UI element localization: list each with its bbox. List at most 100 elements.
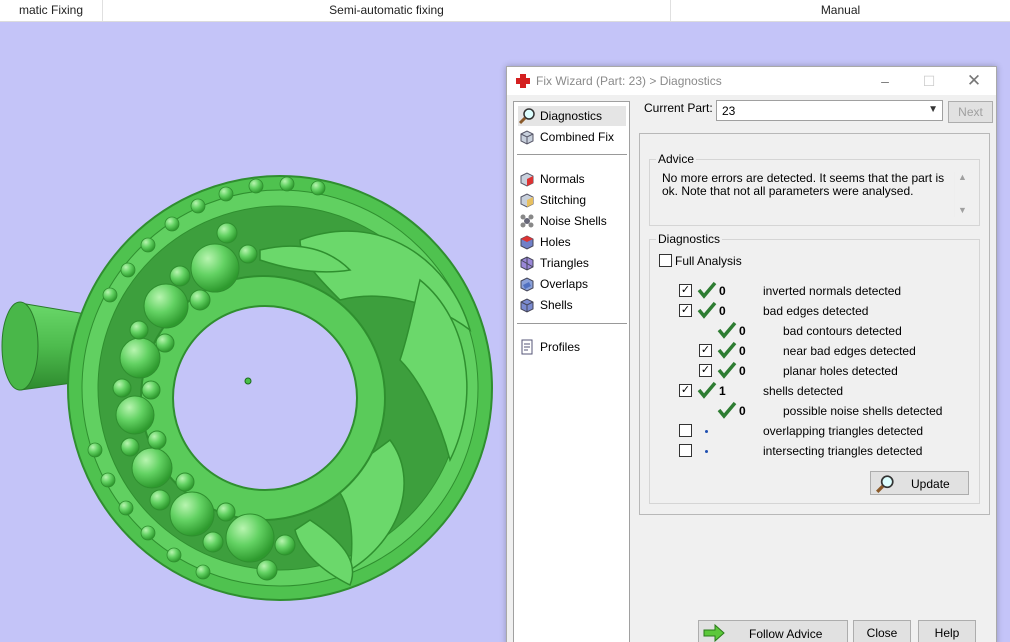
bad-edges-label: bad edges detected (763, 304, 869, 318)
next-button[interactable]: Next (948, 101, 993, 123)
ribbon-group-manual[interactable]: Manual (671, 0, 1010, 21)
nav-item-label: Profiles (540, 340, 581, 354)
nav-item-stitching[interactable]: Stitching (518, 190, 626, 210)
nav-item-profiles[interactable]: Profiles (518, 337, 626, 357)
bad-edges-checkbox[interactable]: ✓ (679, 304, 692, 317)
green-arrow-icon (703, 624, 725, 642)
shells-checkbox[interactable]: ✓ (679, 384, 692, 397)
nav-item-label: Holes (540, 235, 571, 249)
intersecting-triangles-checkbox[interactable] (679, 444, 692, 457)
bad-contours-label: bad contours detected (783, 324, 902, 338)
nav-item-label: Diagnostics (540, 109, 603, 123)
intersecting-triangles-label: intersecting triangles detected (763, 444, 923, 458)
chevron-down-icon: ▼ (928, 104, 938, 115)
close-button[interactable]: Close (853, 620, 911, 642)
inverted-normals-count: 0 (719, 284, 726, 298)
near-bad-edges-count: 0 (739, 344, 746, 358)
dialog-titlebar[interactable]: Fix Wizard (Part: 23) > Diagnostics – ☐ … (507, 67, 996, 95)
triangles-cube-icon (518, 254, 536, 272)
update-button[interactable]: Update (870, 471, 969, 495)
magnifier-icon (518, 107, 536, 125)
nav-item-normals[interactable]: Normals (518, 169, 626, 189)
dialog-title: Fix Wizard (Part: 23) > Diagnostics (536, 74, 722, 88)
help-button[interactable]: Help (918, 620, 976, 642)
stitching-cube-icon (518, 191, 536, 209)
noise-shells-label: possible noise shells detected (783, 404, 943, 418)
check-mark-icon (697, 381, 717, 399)
current-part-label: Current Part: (644, 101, 713, 115)
update-label: Update (911, 477, 950, 491)
nav-item-label: Noise Shells (540, 214, 607, 228)
check-mark-icon (697, 281, 717, 299)
planar-holes-label: planar holes detected (783, 364, 898, 378)
pending-dot-icon (705, 450, 708, 453)
overlapping-triangles-checkbox[interactable] (679, 424, 692, 437)
near-bad-edges-label: near bad edges detected (783, 344, 916, 358)
follow-advice-button[interactable]: Follow Advice (698, 620, 848, 642)
nav-item-diagnostics[interactable]: Diagnostics (518, 106, 626, 126)
nav-item-label: Stitching (540, 193, 587, 207)
check-mark-icon (717, 401, 737, 419)
overlaps-cube-icon (518, 275, 536, 293)
nav-separator (517, 323, 627, 324)
close-window-icon[interactable]: ✕ (964, 71, 984, 91)
overlapping-triangles-label: overlapping triangles detected (763, 424, 924, 438)
advice-title: Advice (656, 152, 697, 166)
diagnostics-title: Diagnostics (656, 232, 723, 246)
shells-count: 1 (719, 384, 726, 398)
nav-item-shells[interactable]: Shells (518, 295, 626, 315)
planar-holes-checkbox[interactable]: ✓ (699, 364, 712, 377)
noise-shells-count: 0 (739, 404, 746, 418)
advice-text: No more errors are detected. It seems th… (662, 171, 945, 198)
current-part-select[interactable]: 23 ▼ (716, 100, 943, 121)
cube-fix-icon (518, 128, 536, 146)
scroll-up-icon[interactable]: ▲ (958, 172, 967, 182)
pivot-point-marker (244, 377, 252, 385)
ribbon-group-automatic-fixing[interactable]: matic Fixing (0, 0, 103, 21)
nav-item-noise-shells[interactable]: Noise Shells (518, 211, 626, 231)
scroll-down-icon[interactable]: ▼ (958, 205, 967, 215)
magnifier-icon (876, 475, 894, 493)
check-mark-icon (697, 301, 717, 319)
current-part-value: 23 (722, 104, 736, 118)
near-bad-edges-checkbox[interactable]: ✓ (699, 344, 712, 357)
bad-edges-count: 0 (719, 304, 726, 318)
planar-holes-count: 0 (739, 364, 746, 378)
nav-item-label: Normals (540, 172, 585, 186)
nav-separator (517, 154, 627, 155)
minimize-icon[interactable]: – (875, 71, 895, 91)
normals-cube-icon (518, 170, 536, 188)
diagnostics-panel: Advice No more errors are detected. It s… (639, 133, 990, 515)
inverted-normals-checkbox[interactable]: ✓ (679, 284, 692, 297)
pending-dot-icon (705, 430, 708, 433)
full-analysis-label: Full Analysis (675, 254, 742, 268)
check-mark-icon (717, 361, 737, 379)
nav-item-holes[interactable]: Holes (518, 232, 626, 252)
advice-group: Advice No more errors are detected. It s… (649, 152, 980, 226)
shells-cube-icon (518, 296, 536, 314)
maximize-icon[interactable]: ☐ (919, 71, 939, 91)
check-mark-icon (717, 341, 737, 359)
nav-item-label: Overlaps (540, 277, 589, 291)
holes-cube-icon (518, 233, 536, 251)
advice-scrollbar[interactable]: ▲ ▼ (954, 172, 971, 217)
ribbon-group-semi-automatic-fixing[interactable]: Semi-automatic fixing (103, 0, 671, 21)
nav-item-label: Shells (540, 298, 573, 312)
diagnostics-group: Diagnostics Full Analysis ✓ 0 inverted n… (649, 232, 980, 504)
noise-shells-icon (518, 212, 536, 230)
check-mark-icon (717, 321, 737, 339)
red-cross-icon (516, 74, 530, 88)
nav-item-combined-fix[interactable]: Combined Fix (518, 127, 626, 147)
follow-advice-label: Follow Advice (749, 627, 823, 641)
profile-document-icon (518, 338, 536, 356)
nav-item-label: Triangles (540, 256, 589, 270)
wizard-nav-panel: Diagnostics Combined Fix Normals Stitchi… (513, 101, 630, 642)
nav-item-overlaps[interactable]: Overlaps (518, 274, 626, 294)
full-analysis-checkbox[interactable] (659, 254, 672, 267)
ribbon-group-bar: matic Fixing Semi-automatic fixing Manua… (0, 0, 1010, 22)
bad-contours-count: 0 (739, 324, 746, 338)
nav-item-triangles[interactable]: Triangles (518, 253, 626, 273)
nav-item-label: Combined Fix (540, 130, 615, 144)
inverted-normals-label: inverted normals detected (763, 284, 902, 298)
fix-wizard-dialog: Fix Wizard (Part: 23) > Diagnostics – ☐ … (506, 66, 997, 642)
